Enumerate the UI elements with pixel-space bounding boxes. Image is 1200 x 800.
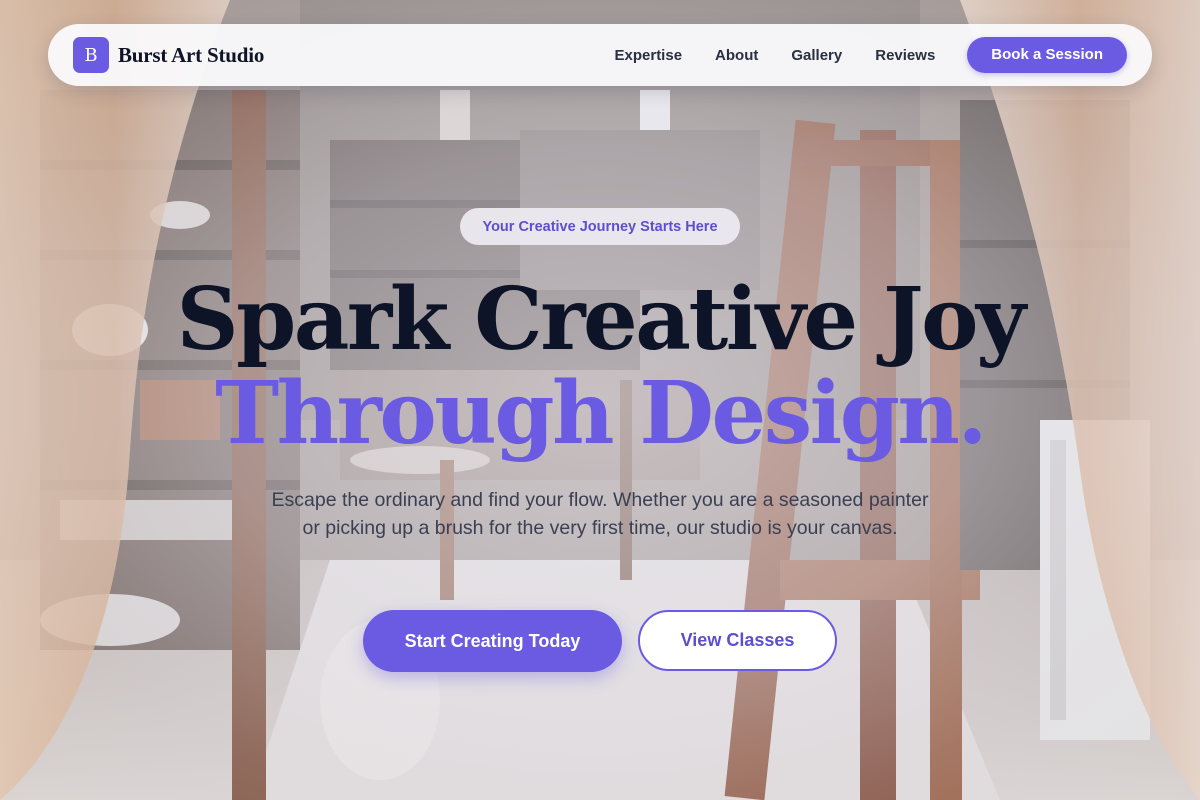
hero-headline-line-2: Through Design. xyxy=(215,363,987,464)
brand-name: Burst Art Studio xyxy=(118,42,265,67)
nav-link-expertise[interactable]: Expertise xyxy=(615,47,683,64)
hero-headline-line-1: Spark Creative Joy xyxy=(176,269,1026,370)
nav-link-gallery[interactable]: Gallery xyxy=(791,47,842,64)
start-creating-button[interactable]: Start Creating Today xyxy=(363,610,622,672)
nav-link-about[interactable]: About xyxy=(715,47,758,64)
nav-link-reviews[interactable]: Reviews xyxy=(875,47,935,64)
navbar: B Burst Art Studio Expertise About Galle… xyxy=(48,24,1152,86)
brand-logo-icon: B xyxy=(73,37,109,73)
book-session-button[interactable]: Book a Session xyxy=(967,37,1127,73)
nav-links: Expertise About Gallery Reviews Book a S… xyxy=(615,37,1127,73)
landing-page: B Burst Art Studio Expertise About Galle… xyxy=(0,0,1200,800)
view-classes-button[interactable]: View Classes xyxy=(638,610,837,671)
brand-link[interactable]: B Burst Art Studio xyxy=(73,37,264,73)
hero-description: Escape the ordinary and find your flow. … xyxy=(271,489,929,539)
hero-tagline-badge: Your Creative Journey Starts Here xyxy=(460,208,740,245)
